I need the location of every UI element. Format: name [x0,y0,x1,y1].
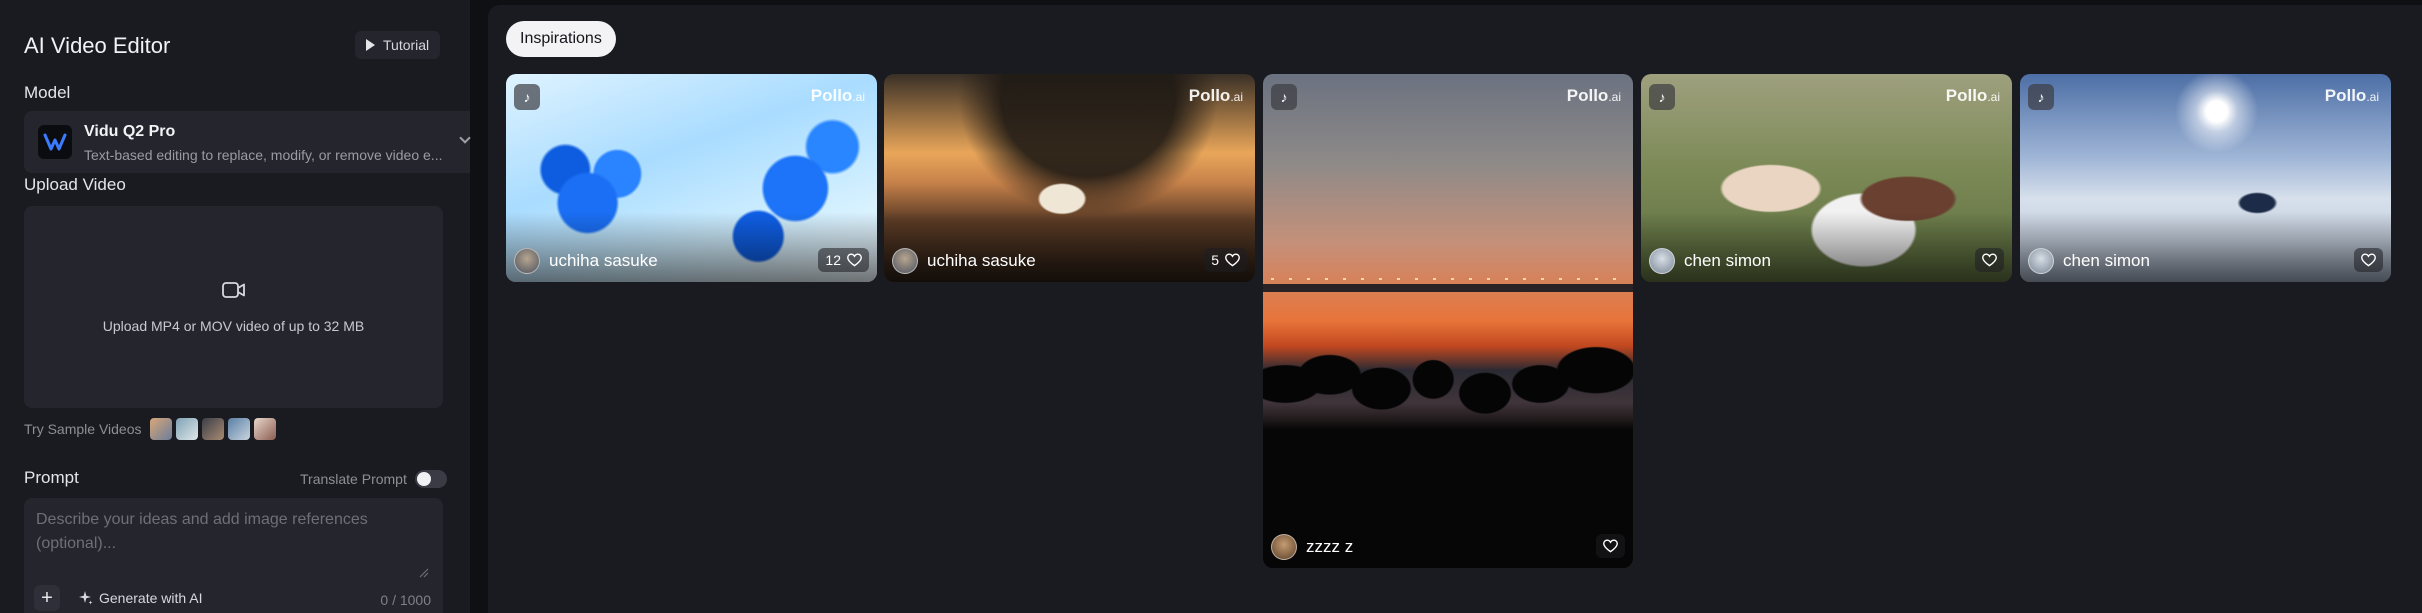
sidebar: AI Video Editor Tutorial Model Vidu Q2 P… [0,0,471,613]
translate-prompt: Translate Prompt [300,470,447,488]
generate-with-ai-button[interactable]: Generate with AI [79,590,203,606]
model-name: Vidu Q2 Pro [84,123,176,140]
like-count: 5 [1211,252,1219,268]
like-button[interactable]: 12 [818,248,869,272]
translate-toggle[interactable] [414,470,447,488]
like-button[interactable]: 5 [1204,248,1247,272]
avatar [1271,534,1297,560]
video-card[interactable]: ♪ Pollo.ai chen simon [2020,74,2391,282]
card-author: chen simon [2028,248,2150,274]
author-name: chen simon [1684,251,1771,270]
heart-icon [2361,253,2376,267]
play-icon [366,39,375,51]
tiktok-icon: ♪ [514,84,540,110]
heart-icon [1982,253,1997,267]
sample-video-thumbnail[interactable] [175,418,198,440]
pollo-watermark: Pollo.ai [2324,86,2379,105]
sample-videos: Try Sample Videos [24,417,276,441]
upload-dropzone[interactable]: Upload MP4 or MOV video of up to 32 MB [24,206,443,408]
pollo-watermark: Pollo.ai [1188,86,1243,105]
sample-video-thumbnail[interactable] [253,418,276,440]
chevron-down-icon [459,132,471,144]
page-title: AI Video Editor [24,33,171,58]
sparkle-icon [79,591,93,605]
heart-icon [1603,539,1618,553]
author-name: zzzz z [1306,537,1354,556]
avatar [514,248,540,274]
card-author: uchiha sasuke [514,248,658,274]
tiktok-icon: ♪ [1649,84,1675,110]
sample-video-thumbnail[interactable] [201,418,224,440]
translate-label: Translate Prompt [300,471,407,487]
video-card[interactable]: ♪ Pollo.ai chen simon [1641,74,2012,282]
tiktok-icon: ♪ [2028,84,2054,110]
add-reference-button[interactable]: + [34,585,60,611]
model-selector[interactable]: Vidu Q2 Pro Text-based editing to replac… [24,111,471,173]
author-name: uchiha sasuke [549,251,658,270]
author-name: chen simon [2063,251,2150,270]
pollo-watermark: Pollo.ai [1566,86,1621,105]
video-card[interactable]: ♪ Pollo.ai zzzz z [1263,74,1633,568]
upload-hint: Upload MP4 or MOV video of up to 32 MB [102,318,365,334]
samples-label: Try Sample Videos [24,421,142,437]
like-button[interactable] [1596,534,1625,558]
upload-label: Upload Video [24,175,126,194]
heart-icon [847,253,862,267]
video-camera-icon [222,282,245,298]
heart-icon [1225,253,1240,267]
like-count: 12 [825,252,841,268]
like-button[interactable] [2354,248,2383,272]
toggle-knob [416,472,431,486]
model-description: Text-based editing to replace, modify, o… [84,147,443,163]
generate-label: Generate with AI [99,590,203,606]
sample-video-thumbnail[interactable] [227,418,250,440]
card-author: chen simon [1649,248,1771,274]
tutorial-label: Tutorial [383,37,430,53]
card-author: zzzz z [1271,534,1353,560]
author-name: uchiha sasuke [927,251,1036,270]
prompt-label: Prompt [24,468,79,487]
card-author: uchiha sasuke [892,248,1036,274]
pollo-watermark: Pollo.ai [810,86,865,105]
tiktok-icon: ♪ [1271,84,1297,110]
like-button[interactable] [1975,248,2004,272]
prompt-box: + Generate with AI 0 / 1000 [24,498,443,613]
inspirations-panel: Inspirations ♪ Pollo.ai uchiha sasuke 12… [488,5,2422,613]
model-label: Model [24,83,71,102]
tab-inspirations[interactable]: Inspirations [506,21,616,57]
avatar [892,248,918,274]
avatar [2028,248,2054,274]
resize-grip-icon[interactable] [419,568,429,578]
video-card[interactable]: Pollo.ai uchiha sasuke 5 [884,74,1255,282]
vidu-logo-icon [38,125,72,159]
char-counter: 0 / 1000 [380,592,431,608]
prompt-input[interactable] [36,508,426,583]
pollo-watermark: Pollo.ai [1945,86,2000,105]
video-card[interactable]: ♪ Pollo.ai uchiha sasuke 12 [506,74,877,282]
avatar [1649,248,1675,274]
tutorial-button[interactable]: Tutorial [355,31,441,59]
sample-video-thumbnail[interactable] [149,418,172,440]
